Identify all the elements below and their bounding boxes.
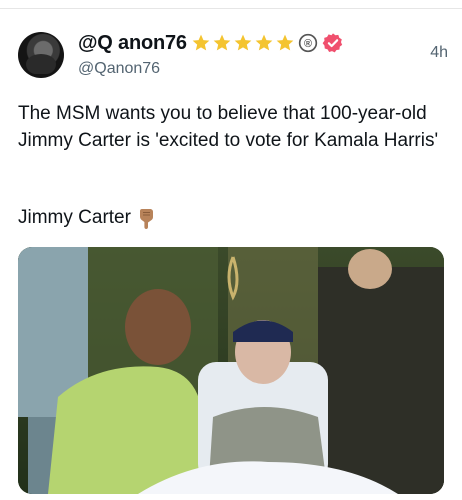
post-header: @Q anon76 ® @Qanon76 4h [78, 32, 448, 78]
post-card[interactable]: @Q anon76 ® @Qanon76 4h The MSM wants yo… [0, 8, 462, 500]
photo-scene [18, 247, 444, 494]
display-name[interactable]: @Q anon76 [78, 32, 187, 55]
post-text-signature: Jimmy Carter [18, 207, 157, 229]
star-icon [234, 34, 252, 51]
user-handle[interactable]: @Qanon76 [78, 60, 448, 78]
star-icon [276, 34, 294, 51]
star-icon [255, 34, 273, 51]
registered-icon: ® [298, 33, 318, 53]
registered-mark: ® [304, 38, 312, 50]
star-icon [192, 34, 210, 51]
signature-label: Jimmy Carter [18, 207, 131, 228]
verified-badge-icon [322, 33, 343, 53]
name-row: @Q anon76 ® [78, 32, 448, 54]
rating-stars [191, 33, 296, 53]
post-timestamp[interactable]: 4h [430, 44, 448, 62]
avatar[interactable] [18, 32, 64, 78]
star-icon [213, 34, 231, 51]
post-image[interactable] [18, 247, 444, 494]
post-text: The MSM wants you to believe that 100-ye… [18, 103, 439, 151]
pointing-down-hand-icon [139, 209, 153, 229]
